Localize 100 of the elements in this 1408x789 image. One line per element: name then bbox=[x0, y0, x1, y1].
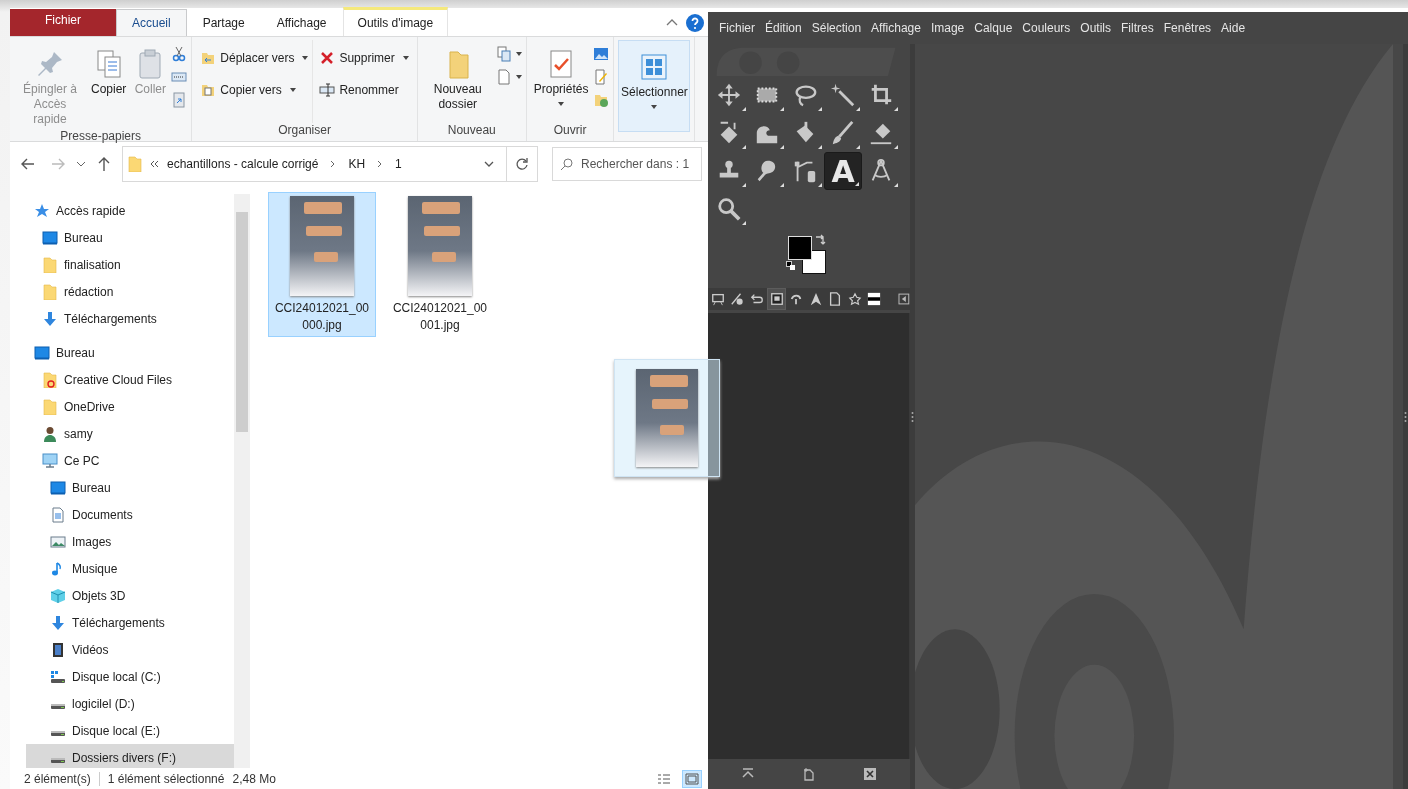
ribbon-button[interactable]: Copier bbox=[88, 40, 130, 129]
ribbon-button[interactable]: Propriétés bbox=[530, 40, 592, 123]
ribbon-tab[interactable]: Affichage bbox=[260, 9, 343, 36]
menu-item[interactable]: Filtres bbox=[1116, 21, 1159, 35]
ribbon-button[interactable]: Sélectionner bbox=[618, 40, 691, 132]
nav-item[interactable]: OneDrive bbox=[18, 393, 234, 420]
nav-item[interactable]: rédaction bbox=[18, 278, 234, 305]
up-arrow-icon[interactable] bbox=[96, 156, 112, 172]
copy-icon bbox=[200, 82, 217, 98]
ribbon-tab[interactable]: Fichier bbox=[10, 9, 116, 36]
nav-item[interactable]: Téléchargements bbox=[18, 305, 234, 332]
menu-item[interactable]: Calque bbox=[969, 21, 1018, 35]
arrowhead-icon bbox=[808, 292, 823, 306]
nav-item[interactable]: Documents bbox=[26, 501, 234, 528]
dock-tab[interactable] bbox=[766, 288, 787, 310]
nav-item[interactable]: Vidéos bbox=[26, 636, 234, 663]
nav-item[interactable]: Bureau bbox=[10, 339, 234, 366]
picture-icon bbox=[593, 46, 610, 62]
list-icon bbox=[657, 772, 671, 785]
status-text: 2,48 Mo bbox=[232, 771, 276, 786]
drive-icon bbox=[50, 758, 66, 763]
ribbon-button[interactable]: Nouveau dossier bbox=[421, 40, 494, 123]
chevron-right-icon[interactable] bbox=[330, 160, 337, 168]
thumbnail-icon bbox=[685, 772, 699, 785]
menu-item[interactable]: Image bbox=[925, 21, 970, 35]
nav-item[interactable]: logicilel (D:) bbox=[26, 690, 234, 717]
group-label: Presse-papiers bbox=[60, 129, 142, 145]
file-item[interactable]: CCI24012021_00000.jpg bbox=[268, 192, 376, 337]
menu-item[interactable]: Affichage bbox=[866, 21, 926, 35]
nav-item[interactable]: Creative Cloud Files bbox=[18, 366, 234, 393]
menu-item[interactable]: Outils bbox=[1075, 21, 1117, 35]
panel-menu-icon[interactable] bbox=[898, 293, 910, 305]
menu-item[interactable]: Fenêtres bbox=[1158, 21, 1217, 35]
menu-item[interactable]: Fichier bbox=[714, 21, 760, 35]
ribbon-button[interactable]: Copier vers bbox=[200, 80, 309, 100]
scrollbar[interactable] bbox=[234, 194, 250, 768]
text-tool-button[interactable]: A bbox=[824, 152, 862, 190]
file-item[interactable]: CCI24012021_00001.jpg bbox=[386, 192, 494, 337]
breadcrumb[interactable]: echantillons - calcule corrigé bbox=[165, 157, 321, 171]
close-icon[interactable] bbox=[862, 767, 877, 781]
nav-item[interactable]: Accès rapide bbox=[10, 197, 234, 224]
menu-item[interactable]: Édition bbox=[760, 21, 807, 35]
chevron-down-icon[interactable] bbox=[76, 161, 86, 167]
breadcrumb[interactable]: 1 bbox=[393, 157, 404, 171]
nav-item[interactable]: Objets 3D bbox=[26, 582, 234, 609]
group-label: Nouveau bbox=[447, 123, 496, 139]
ribbon-button[interactable]: Déplacer vers bbox=[200, 48, 309, 68]
brush-stroke-icon bbox=[789, 292, 804, 306]
edit-icon bbox=[593, 69, 610, 85]
nav-item[interactable]: Bureau bbox=[26, 474, 234, 501]
folder-icon bbox=[42, 371, 58, 388]
group-label: Ouvrir bbox=[553, 123, 587, 139]
menu-item[interactable]: Sélection bbox=[806, 21, 867, 35]
chevron-down-icon[interactable] bbox=[484, 161, 494, 167]
magic-wand-icon bbox=[830, 82, 856, 108]
ribbon-button[interactable]: Renommer bbox=[319, 80, 409, 100]
chevron-right-icon[interactable] bbox=[377, 160, 384, 168]
color-swatches[interactable] bbox=[788, 236, 826, 274]
film-icon bbox=[50, 641, 66, 658]
nav-item[interactable]: finalisation bbox=[18, 251, 234, 278]
down-arrow-icon bbox=[42, 310, 58, 327]
back-arrow-icon[interactable] bbox=[20, 156, 36, 172]
ribbon-icon-button[interactable] bbox=[495, 44, 522, 64]
folder-icon bbox=[42, 283, 58, 300]
help-icon[interactable] bbox=[686, 14, 704, 32]
ribbon-icon-button[interactable] bbox=[171, 44, 188, 64]
new-document-icon[interactable] bbox=[802, 767, 816, 781]
document-icon bbox=[50, 506, 66, 523]
cube-icon bbox=[50, 587, 66, 604]
star-icon bbox=[34, 202, 50, 219]
breadcrumb[interactable]: KH bbox=[346, 157, 368, 171]
nav-item[interactable]: Disque local (C:) bbox=[26, 663, 234, 690]
menu-item[interactable]: Couleurs bbox=[1017, 21, 1076, 35]
nav-item[interactable]: Dossiers divers (F:) bbox=[26, 744, 234, 768]
grip-icon[interactable] bbox=[1404, 410, 1407, 423]
swap-arrows-icon[interactable] bbox=[814, 234, 826, 246]
double-chevron-icon[interactable] bbox=[149, 160, 159, 168]
menu-item[interactable]: Aide bbox=[1216, 21, 1251, 35]
nav-item[interactable]: Musique bbox=[26, 555, 234, 582]
nav-item[interactable]: Ce PC bbox=[18, 447, 234, 474]
ribbon-tab[interactable]: Partage bbox=[186, 9, 261, 36]
ribbon-tab[interactable]: Accueil bbox=[116, 9, 187, 36]
refresh-icon[interactable] bbox=[515, 157, 529, 171]
folder-icon bbox=[42, 256, 58, 273]
nav-item[interactable]: Images bbox=[26, 528, 234, 555]
thumbnails-view-button[interactable] bbox=[682, 769, 702, 788]
search-field[interactable]: Rechercher dans : 1 bbox=[552, 147, 702, 181]
collapse-icon[interactable] bbox=[666, 18, 678, 26]
drive-icon bbox=[50, 731, 66, 736]
nav-item[interactable]: Disque local (E:) bbox=[26, 717, 234, 744]
ribbon-icon-button[interactable] bbox=[495, 67, 522, 87]
default-colors-icon[interactable] bbox=[786, 261, 796, 271]
nav-item[interactable]: Bureau bbox=[18, 224, 234, 251]
nav-item[interactable]: samy bbox=[18, 420, 234, 447]
grip-icon[interactable] bbox=[911, 410, 914, 423]
ribbon-button[interactable]: Supprimer bbox=[319, 48, 409, 68]
address-bar[interactable]: echantillons - calcule corrigé KH 1 bbox=[122, 146, 538, 182]
drive-icon bbox=[50, 704, 66, 709]
nav-item[interactable]: Téléchargements bbox=[26, 609, 234, 636]
path-icon bbox=[171, 69, 188, 85]
